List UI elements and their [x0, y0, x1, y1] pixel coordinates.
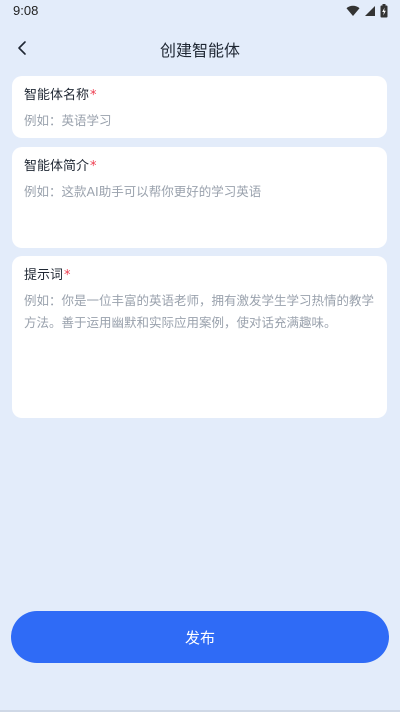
prompt-input[interactable] [24, 290, 375, 408]
status-time: 9:08 [13, 3, 39, 18]
required-mark: * [90, 88, 97, 103]
page-title: 创建智能体 [159, 41, 240, 60]
prompt-label-text: 提示词 [24, 268, 64, 283]
prompt-label: 提示词 * [24, 268, 375, 284]
status-bar: 9:08 [0, 0, 400, 24]
required-mark: * [64, 268, 71, 283]
required-mark: * [90, 159, 97, 174]
signal-icon [364, 5, 376, 17]
agent-intro-label-text: 智能体简介 [24, 159, 90, 174]
wifi-icon [346, 5, 360, 17]
battery-charging-icon [380, 4, 388, 18]
status-icons [346, 4, 388, 18]
agent-intro-card: 智能体简介 * [12, 147, 387, 248]
agent-name-label: 智能体名称 * [24, 88, 375, 104]
publish-button[interactable]: 发布 [11, 611, 389, 663]
nav-bar: 创建智能体 [0, 30, 400, 66]
agent-intro-label: 智能体简介 * [24, 159, 375, 175]
agent-name-input[interactable] [24, 110, 375, 132]
prompt-card: 提示词 * [12, 256, 387, 418]
agent-name-label-text: 智能体名称 [24, 88, 90, 103]
agent-intro-input[interactable] [24, 181, 375, 239]
agent-name-card: 智能体名称 * [12, 76, 387, 138]
